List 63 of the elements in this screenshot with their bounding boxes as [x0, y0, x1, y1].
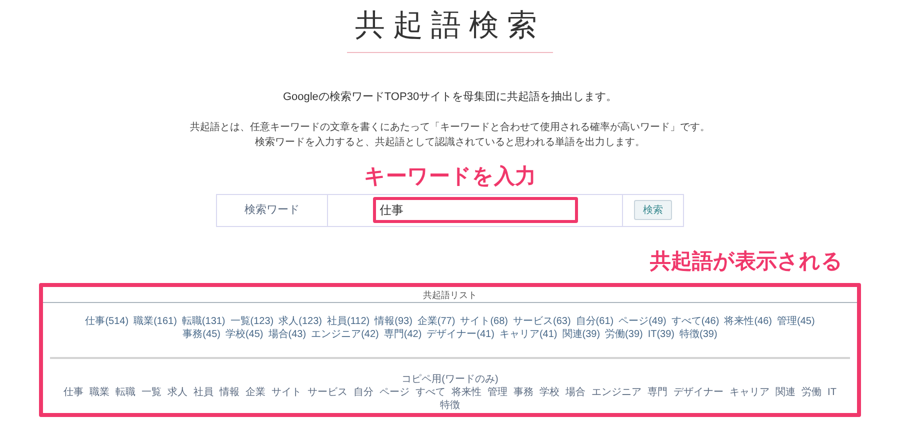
description-text: 共起語とは、任意キーワードの文章を書くにあたって「キーワードと合わせて使用される確率が高いワード」です。 — [190, 120, 710, 134]
word-link[interactable]: 転職(131) — [182, 314, 226, 328]
word-link[interactable]: キャリア(41) — [499, 328, 558, 340]
word-link[interactable]: 企業(77) — [417, 314, 456, 328]
word-link[interactable]: IT(39) — [648, 328, 675, 340]
word-text: 特徴 — [440, 398, 460, 412]
word-text: サイト — [272, 386, 302, 398]
word-link[interactable]: ページ(49) — [618, 314, 666, 328]
word-text: 転職 — [116, 386, 136, 398]
word-text: 事務 — [514, 386, 534, 398]
search-field[interactable]: 仕事 — [372, 197, 578, 223]
word-text: 仕事 — [64, 386, 84, 398]
word-link[interactable]: 労働(39) — [605, 328, 643, 340]
word-link[interactable]: 専門(42) — [384, 328, 422, 340]
word-text: 関連 — [776, 386, 796, 398]
word-link[interactable]: 情報(93) — [374, 314, 412, 328]
word-link[interactable]: 自分(61) — [576, 314, 614, 328]
word-link[interactable]: 場合(43) — [268, 328, 306, 340]
word-text: 専門 — [648, 386, 668, 398]
word-link[interactable]: 仕事(514) — [85, 314, 129, 328]
list-heading: 共起語リスト — [423, 288, 477, 302]
word-link[interactable]: エンジニア(42) — [311, 328, 379, 340]
annotation-text: 共起語が表示される — [650, 248, 843, 274]
word-text: 職業 — [90, 386, 110, 398]
word-text: 一覧 — [142, 386, 162, 398]
word-text: キャリア — [730, 386, 770, 398]
word-link[interactable]: 職業(161) — [134, 314, 177, 328]
word-text: デザイナー — [674, 386, 724, 398]
list-heading: コピペ用(ワードのみ) — [402, 372, 498, 386]
word-text: 場合 — [566, 386, 586, 398]
word-text: 学校 — [540, 386, 560, 398]
site-title: 共起語検索 — [355, 7, 545, 45]
word-text: 求人 — [168, 386, 188, 398]
subtitle: Googleの検索ワードTOP30サイトを母集団に共起語を抽出します。 — [282, 90, 618, 105]
word-text: 自分 — [354, 386, 374, 398]
word-text: エンジニア — [592, 386, 642, 398]
word-link[interactable]: 社員(112) — [327, 314, 370, 328]
word-link[interactable]: 将来性(46) — [724, 314, 772, 328]
description-text: 検索ワードを入力すると、共起語として認識されていると思われる単語を出力します。 — [255, 136, 645, 150]
word-text: ページ — [380, 386, 410, 398]
word-link[interactable]: サイト(68) — [460, 314, 508, 328]
word-link[interactable]: 求人(123) — [278, 314, 322, 328]
word-text: 情報 — [220, 386, 240, 398]
word-link[interactable]: すべて(46) — [671, 314, 720, 328]
word-text: 社員 — [194, 386, 214, 398]
field-label: 検索ワード — [217, 194, 328, 226]
word-text: 労働 — [802, 386, 822, 398]
word-link[interactable]: 管理(45) — [776, 314, 815, 328]
word-link[interactable]: 一覧(123) — [230, 314, 274, 328]
search-button[interactable]: 検索 — [634, 200, 672, 220]
word-link[interactable]: 特徴(39) — [680, 328, 718, 340]
word-text: 管理 — [488, 386, 508, 398]
word-text: すべて — [416, 386, 446, 398]
annotation-text: キーワードを入力 — [364, 164, 536, 190]
word-link[interactable]: 関連(39) — [562, 328, 600, 340]
word-text: 将来性 — [452, 386, 482, 398]
word-text: サービス — [308, 386, 348, 398]
word-link[interactable]: 事務(45) — [182, 328, 220, 340]
word-link[interactable]: サービス(63) — [513, 314, 571, 328]
word-text: IT — [828, 386, 836, 398]
word-link[interactable]: 学校(45) — [225, 328, 264, 340]
word-text: 企業 — [246, 386, 266, 398]
word-link[interactable]: デザイナー(41) — [426, 328, 494, 340]
